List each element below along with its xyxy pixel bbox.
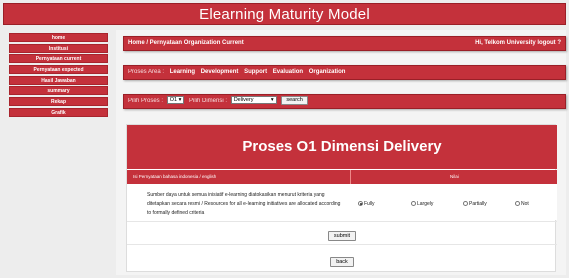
panel-title: Proses O1 Dimensi Delivery bbox=[127, 125, 557, 169]
option-largely-label: Largely bbox=[417, 201, 434, 207]
radio-fully[interactable] bbox=[358, 201, 363, 207]
option-fully[interactable]: Fully bbox=[358, 201, 375, 207]
process-link-evaluation[interactable]: Evaluation bbox=[273, 69, 303, 75]
process-link-learning[interactable]: Learning bbox=[170, 69, 195, 75]
option-largely[interactable]: Largely bbox=[411, 201, 433, 207]
dimension-select-label: Pilih Dimensi : bbox=[189, 98, 228, 104]
dimension-select-value: Delivery bbox=[233, 97, 254, 104]
sidebar-item-rekap[interactable]: Rekap bbox=[9, 97, 108, 107]
sidebar-item-home[interactable]: home bbox=[9, 33, 108, 42]
back-area: back bbox=[127, 253, 557, 271]
header-bar: Home / Pernyataan Organization Current H… bbox=[123, 36, 566, 51]
sidebar-item-hasil-jawaban[interactable]: Hasil Jawaban bbox=[9, 75, 108, 85]
row-divider bbox=[127, 244, 557, 245]
breadcrumb: Home / Pernyataan Organization Current bbox=[128, 40, 244, 46]
radio-not[interactable] bbox=[515, 201, 520, 207]
dimension-select[interactable]: Delivery ▾ bbox=[230, 96, 277, 105]
submit-button[interactable]: submit bbox=[327, 230, 357, 241]
column-header-statement: Isi Pernyataan bahasa indonesia / englis… bbox=[133, 174, 217, 179]
sidebar-item-pernyataan-expected[interactable]: Pernyataan expected bbox=[9, 65, 108, 75]
search-button[interactable]: search bbox=[281, 95, 308, 105]
row-divider bbox=[127, 221, 557, 222]
process-select-label: Pilih Proses : bbox=[128, 98, 164, 104]
option-fully-label: Fully bbox=[364, 201, 375, 207]
process-link-development[interactable]: Development bbox=[201, 69, 239, 75]
logout-link[interactable]: logout ? bbox=[537, 40, 561, 46]
radio-largely[interactable] bbox=[411, 201, 416, 207]
process-select[interactable]: O1 ▾ bbox=[166, 96, 185, 105]
back-button[interactable]: back bbox=[330, 256, 354, 267]
chevron-down-icon: ▾ bbox=[270, 97, 274, 104]
option-not[interactable]: Not bbox=[515, 201, 529, 207]
app-title-bar: Elearning Maturity Model bbox=[3, 3, 566, 25]
app-title: Elearning Maturity Model bbox=[199, 6, 370, 23]
greeting-text: Hi, Telkom University bbox=[475, 40, 536, 46]
radio-partially[interactable] bbox=[463, 201, 468, 207]
sidebar-item-grafik[interactable]: Grafik bbox=[9, 107, 108, 117]
filter-bar: Pilih Proses : O1 ▾ Pilih Dimensi : Deli… bbox=[123, 94, 566, 109]
chevron-down-icon: ▾ bbox=[178, 97, 182, 104]
table-row: Sumber daya untuk semua inisiatif e-lear… bbox=[127, 184, 557, 220]
table-header: Isi Pernyataan bahasa indonesia / englis… bbox=[127, 170, 557, 184]
option-partially-label: Partially bbox=[469, 201, 487, 207]
column-divider bbox=[350, 170, 351, 184]
sidebar-item-institusi[interactable]: Institusi bbox=[9, 43, 108, 53]
process-area-bar: Proses Area : Learning Development Suppo… bbox=[123, 65, 566, 80]
process-select-value: O1 bbox=[169, 97, 178, 104]
process-area-label: Proses Area : bbox=[128, 69, 165, 75]
process-link-support[interactable]: Support bbox=[244, 69, 267, 75]
option-partially[interactable]: Partially bbox=[463, 201, 487, 207]
main-content: Home / Pernyataan Organization Current H… bbox=[116, 30, 566, 275]
question-text: Sumber daya untuk semua inisiatif e-lear… bbox=[147, 192, 341, 216]
sidebar-nav: home Institusi Pernyataan current Pernya… bbox=[9, 33, 108, 119]
option-not-label: Not bbox=[521, 201, 529, 207]
question-panel: Proses O1 Dimensi Delivery Isi Pernyataa… bbox=[126, 124, 557, 272]
process-link-organization[interactable]: Organization bbox=[309, 69, 346, 75]
sidebar-item-summary[interactable]: summary bbox=[9, 86, 108, 96]
column-header-value: Nilai bbox=[450, 174, 459, 179]
user-area: Hi, Telkom University logout ? bbox=[475, 37, 561, 50]
submit-area: submit bbox=[127, 227, 557, 245]
sidebar-item-pernyataan-current[interactable]: Pernyataan current bbox=[9, 54, 108, 64]
